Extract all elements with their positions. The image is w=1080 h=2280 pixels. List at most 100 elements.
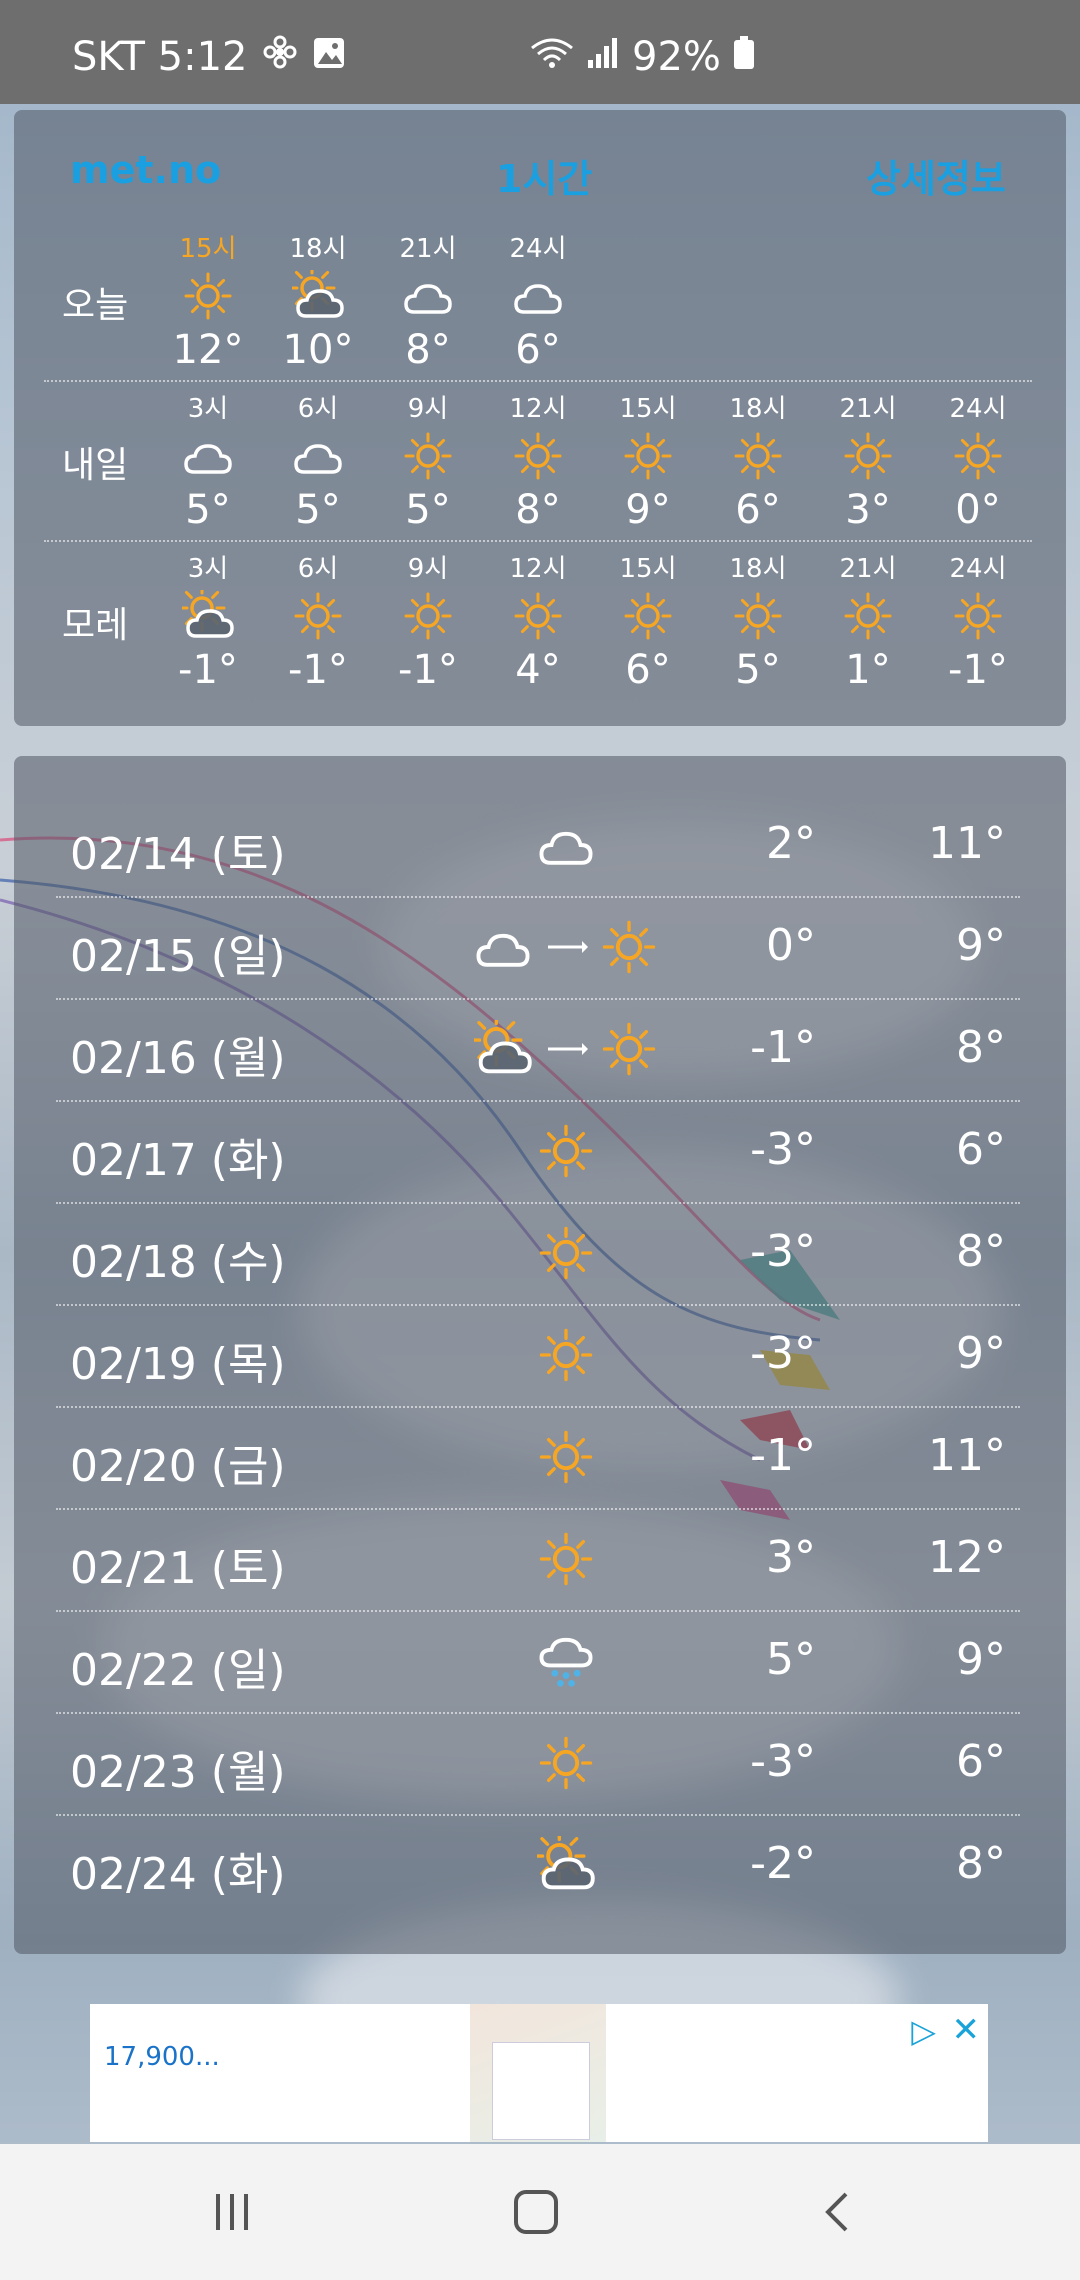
slot-temp: 6°	[625, 647, 671, 693]
hourly-slot: 6시 -1°	[268, 548, 368, 693]
daily-date: 02/20 (금)	[70, 1441, 286, 1492]
slot-temp: -1°	[398, 647, 458, 693]
slot-time: 12시	[509, 394, 567, 424]
close-icon[interactable]: ✕	[952, 2010, 981, 2050]
day-label: 내일	[62, 445, 129, 486]
detail-link[interactable]: 상세정보	[866, 148, 1006, 203]
slot-temp: 5°	[735, 647, 781, 693]
sun-icon	[708, 429, 808, 483]
partly-cloudy-icon	[470, 1013, 532, 1082]
daily-row[interactable]: 02/17 (화) -3° 6°	[56, 1102, 1016, 1204]
slot-time: 3시	[187, 554, 229, 584]
hourly-slot: 24시 0°	[928, 388, 1028, 533]
sun-icon	[928, 589, 1028, 643]
daily-date: 02/24 (화)	[70, 1849, 286, 1900]
sun-icon	[488, 589, 588, 643]
partly-cloudy-icon	[158, 589, 258, 643]
sun-icon	[488, 429, 588, 483]
hourly-slot: 3시 -1°	[158, 548, 258, 693]
slot-time: 18시	[289, 234, 347, 264]
daily-low-temp: 0°	[766, 920, 816, 971]
slot-time: 12시	[509, 554, 567, 584]
sun-icon	[600, 918, 658, 980]
slot-temp: 6°	[515, 327, 561, 373]
daily-high-temp: 8°	[956, 1838, 1006, 1889]
daily-date: 02/16 (월)	[70, 1033, 286, 1084]
daily-row[interactable]: 02/18 (수) -3° 8°	[56, 1204, 1016, 1306]
slot-temp: -1°	[288, 647, 348, 693]
hourly-slot: 18시 5°	[708, 548, 808, 693]
cloud-icon	[474, 918, 532, 980]
daily-low-temp: -2°	[750, 1838, 816, 1889]
daily-high-temp: 12°	[928, 1532, 1006, 1583]
daily-row[interactable]: 02/14 (토) 2° 11°	[56, 796, 1016, 898]
ad-info-icon[interactable]: ▷	[911, 2012, 936, 2050]
cloud-icon	[378, 269, 478, 323]
hourly-slot: 18시 10°	[268, 228, 368, 373]
daily-row[interactable]: 02/15 (일) 0° 9°	[56, 898, 1016, 1000]
source-link[interactable]: met.no	[70, 148, 221, 192]
slot-temp: 8°	[405, 327, 451, 373]
daily-high-temp: 9°	[956, 920, 1006, 971]
sun-icon	[598, 589, 698, 643]
arrow-right-icon	[544, 1020, 588, 1082]
daily-row[interactable]: 02/23 (월) -3° 6°	[56, 1714, 1016, 1816]
daily-high-temp: 9°	[956, 1634, 1006, 1685]
partly-cloudy-icon	[268, 269, 368, 323]
daily-high-temp: 8°	[956, 1226, 1006, 1277]
sun-icon	[158, 269, 258, 323]
slot-time: 24시	[509, 234, 567, 264]
sun-icon	[378, 429, 478, 483]
daily-high-temp: 11°	[928, 818, 1006, 869]
slot-time: 6시	[297, 394, 339, 424]
home-icon[interactable]	[496, 2182, 576, 2242]
sun-icon	[818, 589, 918, 643]
battery-icon	[733, 34, 755, 80]
daily-row[interactable]: 02/19 (목) -3° 9°	[56, 1306, 1016, 1408]
back-icon[interactable]	[798, 2182, 878, 2242]
daily-row[interactable]: 02/22 (일) 5° 9°	[56, 1612, 1016, 1714]
hourly-slot: 21시 8°	[378, 228, 478, 373]
daily-low-temp: -3°	[750, 1124, 816, 1175]
navigation-bar	[0, 2144, 1080, 2280]
slot-temp: 5°	[295, 487, 341, 533]
daily-date: 02/18 (수)	[70, 1237, 286, 1288]
daily-low-temp: -3°	[750, 1736, 816, 1787]
cloud-icon	[537, 816, 595, 878]
day-label: 오늘	[62, 285, 129, 326]
daily-low-temp: -3°	[750, 1226, 816, 1277]
hourly-slot: 15시 12°	[158, 228, 258, 373]
hourly-slot: 3시 5°	[158, 388, 258, 533]
ad-price[interactable]: 17,900...	[104, 2042, 220, 2072]
daily-row[interactable]: 02/16 (월) -1° 8°	[56, 1000, 1016, 1102]
slot-temp: 6°	[735, 487, 781, 533]
daily-row[interactable]: 02/21 (토) 3° 12°	[56, 1510, 1016, 1612]
daily-row[interactable]: 02/24 (화) -2° 8°	[56, 1816, 1016, 1918]
partly-cloudy-icon	[533, 1829, 595, 1898]
slot-time: 24시	[949, 554, 1007, 584]
slot-temp: 12°	[172, 327, 244, 373]
arrow-right-icon	[544, 918, 588, 980]
slot-time: 9시	[407, 394, 449, 424]
interval-selector[interactable]: 1시간	[496, 148, 592, 203]
hourly-slot: 24시 -1°	[928, 548, 1028, 693]
hourly-slot: 21시 3°	[818, 388, 918, 533]
hourly-slot: 15시 9°	[598, 388, 698, 533]
hourly-slot: 18시 6°	[708, 388, 808, 533]
hourly-slot: 12시 4°	[488, 548, 588, 693]
hourly-slot: 12시 8°	[488, 388, 588, 533]
daily-row[interactable]: 02/20 (금) -1° 11°	[56, 1408, 1016, 1510]
ad-product-box	[492, 2042, 590, 2140]
slot-time: 15시	[179, 234, 237, 264]
recent-apps-icon[interactable]	[192, 2182, 272, 2242]
sun-icon	[537, 1326, 595, 1388]
slot-time: 6시	[297, 554, 339, 584]
sun-icon	[537, 1734, 595, 1796]
ad-banner[interactable]: 17,900... ▷ ✕	[90, 2004, 988, 2142]
slot-temp: 3°	[845, 487, 891, 533]
cloud-icon	[158, 429, 258, 483]
slot-temp: -1°	[948, 647, 1008, 693]
sun-icon	[537, 1122, 595, 1184]
battery-level: 92%	[632, 34, 721, 80]
daily-high-temp: 11°	[928, 1430, 1006, 1481]
